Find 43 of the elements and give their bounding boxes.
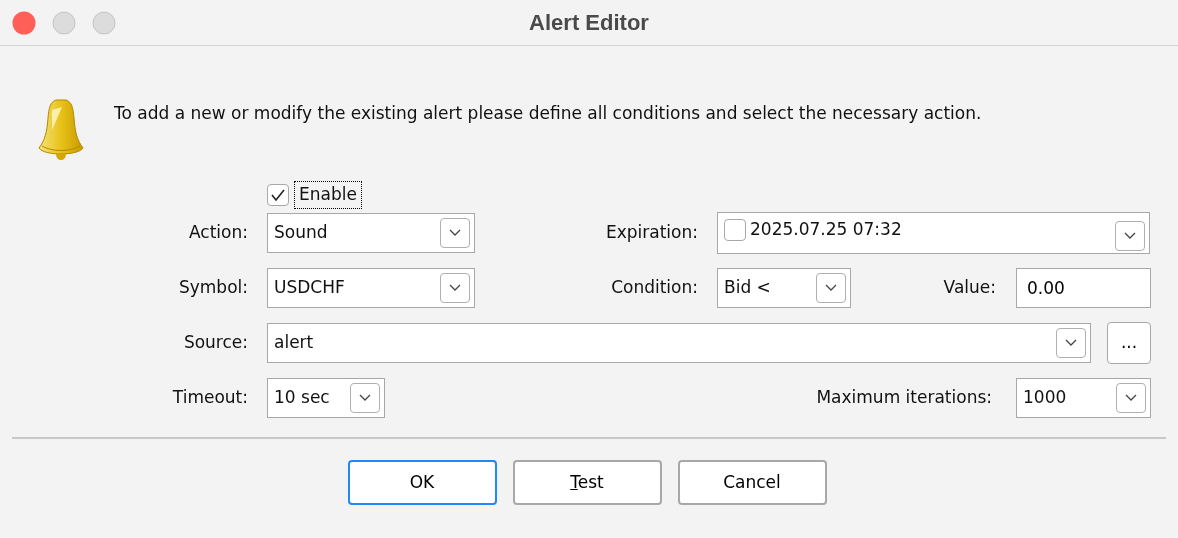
enable-label[interactable]: Enable bbox=[295, 182, 361, 208]
chevron-down-icon bbox=[1125, 394, 1137, 402]
minimize-icon[interactable] bbox=[52, 11, 76, 35]
chevron-down-icon bbox=[449, 229, 461, 237]
field-label: Condition: bbox=[610, 276, 698, 300]
enable-checkbox[interactable] bbox=[267, 184, 289, 206]
field-label: Symbol: bbox=[177, 276, 248, 300]
dropdown-button[interactable] bbox=[440, 218, 470, 248]
dropdown-button[interactable] bbox=[350, 383, 380, 413]
chevron-down-icon bbox=[359, 394, 371, 402]
value-field[interactable]: 0.00 bbox=[1016, 268, 1151, 308]
dropdown-button[interactable] bbox=[1056, 328, 1086, 358]
browse-button[interactable]: ... bbox=[1107, 322, 1151, 364]
condition-dropdown[interactable]: Bid < bbox=[717, 268, 851, 308]
chevron-down-icon bbox=[1065, 339, 1077, 347]
source-dropdown[interactable]: alert bbox=[267, 323, 1091, 363]
expiration-value: 2025.07.25 07:32 bbox=[750, 218, 902, 241]
test-button[interactable]: Test bbox=[512, 460, 662, 505]
iterations-dropdown[interactable]: 1000 bbox=[1016, 378, 1151, 418]
instruction-text: To add a new or modify the existing alert please define all conditions and select the necessary action. bbox=[114, 102, 983, 125]
cancel-button[interactable]: Cancel bbox=[677, 460, 827, 505]
field-label: Expiration: bbox=[605, 221, 698, 245]
timeout-dropdown[interactable]: 10 sec bbox=[267, 378, 385, 418]
field-label: Timeout: bbox=[171, 386, 248, 410]
expiration-picker[interactable]: 2025.07.25 07:32 bbox=[717, 212, 1150, 254]
action-dropdown[interactable]: Sound bbox=[267, 213, 475, 253]
dropdown-button[interactable] bbox=[1116, 383, 1146, 413]
window-title: Alert Editor bbox=[529, 10, 649, 35]
field-label: Maximum iterations: bbox=[815, 386, 992, 410]
symbol-dropdown[interactable]: USDCHF bbox=[267, 268, 475, 308]
dropdown-button[interactable] bbox=[1115, 221, 1145, 251]
chevron-down-icon bbox=[1124, 232, 1136, 240]
dropdown-button[interactable] bbox=[816, 273, 846, 303]
close-icon[interactable] bbox=[12, 11, 36, 35]
field-label: Source: bbox=[182, 331, 248, 355]
ok-button[interactable]: OK bbox=[347, 460, 497, 505]
field-label: Action: bbox=[188, 221, 248, 245]
field-label: Value: bbox=[942, 276, 996, 300]
chevron-down-icon bbox=[449, 284, 461, 292]
chevron-down-icon bbox=[825, 284, 837, 292]
expiration-checkbox[interactable] bbox=[724, 218, 746, 241]
dropdown-button[interactable] bbox=[440, 273, 470, 303]
zoom-icon[interactable] bbox=[92, 11, 116, 35]
